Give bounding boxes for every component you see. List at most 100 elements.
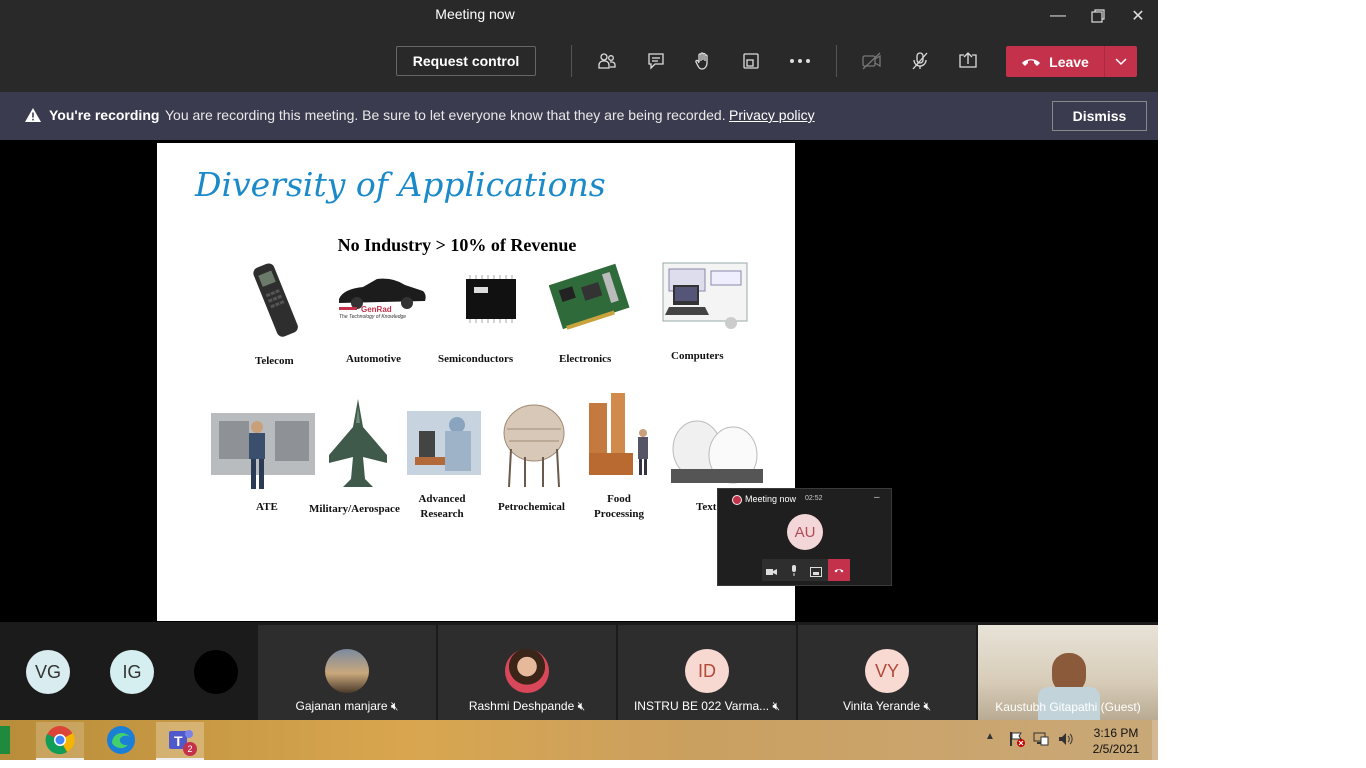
chat-icon[interactable] (644, 49, 668, 73)
participant-tile[interactable]: Rashmi Deshpande 🔇︎ (438, 625, 616, 720)
leave-button[interactable]: Leave (1006, 46, 1137, 77)
slide-title: Diversity of Applications (195, 165, 606, 204)
warning-icon (25, 108, 41, 125)
computers-image (661, 261, 749, 346)
mini-mic-icon[interactable] (790, 564, 798, 582)
mini-title: Meeting now (745, 494, 797, 504)
caption-ate: ATE (256, 501, 278, 513)
breakout-rooms-icon[interactable] (739, 49, 763, 73)
mini-hang-up-icon[interactable] (828, 559, 850, 581)
privacy-policy-link[interactable]: Privacy policy (729, 107, 815, 123)
toolbar-divider (571, 45, 572, 77)
mini-timer: 02:52 (805, 495, 823, 502)
toolbar-divider (836, 45, 837, 77)
meeting-toolbar (0, 32, 1158, 92)
mic-muted-icon[interactable] (908, 49, 932, 73)
chrome-taskbar-icon[interactable] (36, 722, 84, 760)
shared-slide: Diversity of Applications No Industry > … (157, 143, 795, 621)
mini-avatar: AU (787, 514, 823, 550)
show-hidden-icons-icon[interactable]: ▲ (985, 731, 995, 742)
ate-image (209, 403, 319, 500)
participant-photo (325, 649, 369, 693)
electronics-board-image (548, 259, 633, 344)
restore-icon[interactable] (1078, 0, 1118, 32)
mic-muted-icon: 🔇︎ (390, 699, 399, 713)
recording-message: You are recording this meeting. Be sure … (165, 107, 726, 123)
mini-meeting-window[interactable]: Meeting now 02:52 – AU (717, 488, 892, 586)
taskbar-time: 3:16 PM (1093, 726, 1139, 740)
taskbar-clock[interactable]: 3:16 PM 2/5/2021 (1088, 725, 1144, 757)
participant-avatar-vg[interactable]: VG (26, 650, 70, 694)
slide-subtitle: No Industry > 10% of Revenue (337, 235, 577, 255)
leave-label: Leave (1049, 53, 1089, 70)
participant-name: Rashmi Deshpande (468, 699, 575, 713)
mic-muted-icon: 🔇︎ (577, 699, 586, 713)
mini-share-icon[interactable] (810, 564, 822, 582)
recording-dot-icon (732, 495, 742, 505)
minimize-icon[interactable]: — (1038, 0, 1078, 32)
mini-controls (762, 559, 850, 581)
hang-up-icon (1021, 54, 1041, 70)
caption-automotive: Automotive (346, 353, 401, 365)
app-icon-edge[interactable] (0, 726, 10, 754)
edge-taskbar-icon[interactable] (97, 722, 145, 758)
raise-hand-icon[interactable] (691, 49, 715, 73)
participant-tile[interactable]: ID INSTRU BE 022 Varma... 🔇︎ (618, 625, 796, 720)
window-title: Meeting now (435, 6, 515, 22)
mini-minimize-icon[interactable]: – (874, 492, 880, 503)
participant-tile[interactable]: VY Vinita Yerande 🔇︎ (798, 625, 976, 720)
caption-textiles: Text (696, 501, 717, 513)
participant-initials: VY (865, 649, 909, 693)
dismiss-button[interactable]: Dismiss (1052, 101, 1147, 131)
show-desktop-button[interactable] (1152, 720, 1158, 760)
participants-icon[interactable] (595, 49, 619, 73)
participant-name: Kaustubh Gitapathi (Guest) (995, 700, 1141, 714)
mic-muted-icon: 🔇︎ (923, 699, 932, 713)
participant-name: Gajanan manjare (295, 699, 388, 713)
camera-off-icon[interactable] (860, 49, 884, 73)
title-bar: Meeting now — ✕ (0, 0, 1158, 32)
teams-meeting-window: Meeting now — ✕ Request control Leave Yo… (0, 0, 1158, 720)
caption-computers: Computers (671, 350, 724, 362)
caption-semiconductors: Semiconductors (438, 353, 514, 365)
textiles-image (667, 409, 767, 494)
petrochemical-tank-image (499, 399, 569, 494)
food-processing-image (583, 389, 655, 494)
recording-title: You're recording (49, 107, 160, 123)
taskbar-date: 2/5/2021 (1092, 742, 1140, 756)
chevron-down-icon[interactable] (1105, 46, 1137, 77)
participant-name: Vinita Yerande (842, 699, 921, 713)
more-options-icon[interactable] (788, 49, 812, 73)
request-control-button[interactable]: Request control (396, 46, 536, 76)
genrad-tagline: The Technology of Knowledge (339, 314, 407, 320)
participant-video-tile[interactable]: Kaustubh Gitapathi (Guest) (978, 625, 1158, 720)
participant-name: INSTRU BE 022 Varma... (633, 699, 770, 713)
automotive-image: GenRad The Technology of Knowledge (333, 271, 429, 328)
share-screen-icon[interactable] (956, 49, 980, 73)
participant-photo (505, 649, 549, 693)
svg-text:T: T (174, 733, 183, 749)
network-icon[interactable] (1032, 730, 1050, 753)
caption-advanced-research: Advanced Research (418, 493, 466, 520)
caption-military-aerospace: Military/Aerospace (309, 503, 400, 515)
caption-telecom: Telecom (255, 355, 294, 367)
teams-taskbar-icon[interactable]: T 2 (156, 722, 204, 760)
participant-avatar-blank[interactable] (194, 650, 238, 694)
caption-food-processing: Food Processing (594, 493, 644, 520)
participant-initials: ID (685, 649, 729, 693)
semiconductor-chip-image (460, 273, 522, 330)
caption-electronics: Electronics (559, 353, 612, 365)
participant-tile[interactable]: Gajanan manjare 🔇︎ (258, 625, 436, 720)
caption-petrochemical: Petrochemical (498, 501, 565, 513)
recording-banner: You're recording You are recording this … (0, 92, 1158, 140)
military-aerospace-jet-image (325, 397, 391, 498)
participant-avatar-ig[interactable]: IG (110, 650, 154, 694)
genrad-brand: GenRad (361, 305, 392, 314)
network-error-flag-icon[interactable] (1008, 730, 1026, 753)
volume-icon[interactable] (1057, 731, 1075, 752)
close-icon[interactable]: ✕ (1118, 0, 1158, 32)
teams-notification-badge: 2 (183, 742, 197, 756)
leave-main[interactable]: Leave (1006, 46, 1104, 77)
telecom-image (245, 257, 307, 350)
mini-camera-icon[interactable] (766, 564, 778, 582)
